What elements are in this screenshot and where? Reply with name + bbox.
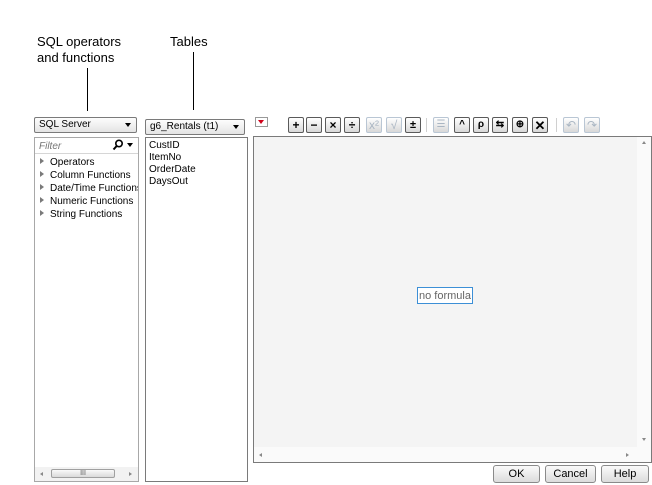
table-dropdown[interactable]: g6_Rentals (t1) <box>145 119 245 135</box>
plus-minus-icon[interactable]: ± <box>405 117 421 133</box>
scroll-left-icon[interactable] <box>40 472 43 476</box>
editor-hscrollbar[interactable] <box>254 447 651 462</box>
undo-icon[interactable]: ↶ <box>563 117 579 133</box>
cancel-button[interactable]: Cancel <box>545 465 596 483</box>
scroll-up-icon[interactable] <box>642 141 646 144</box>
columns-list: CustID ItemNo OrderDate DaysOut <box>145 137 248 482</box>
callout-tables: Tables <box>170 34 208 49</box>
help-button[interactable]: Help <box>601 465 649 483</box>
expand-arrow-icon[interactable] <box>40 197 44 204</box>
table-dropdown-value: g6_Rentals (t1) <box>150 121 219 132</box>
filter-input[interactable] <box>39 140 109 152</box>
chevron-down-icon <box>125 123 131 127</box>
filter-divider <box>35 153 138 154</box>
formula-placeholder[interactable]: no formula <box>417 287 473 304</box>
tree-item-numeric-functions[interactable]: Numeric Functions <box>35 195 133 208</box>
callout-sql-operators-line1: SQL operators <box>37 34 122 49</box>
scroll-right-icon[interactable] <box>129 472 132 476</box>
expand-arrow-icon[interactable] <box>40 184 44 191</box>
column-item-orderdate[interactable]: OrderDate <box>149 164 196 176</box>
subtract-icon[interactable]: − <box>306 117 322 133</box>
tree-item-string-functions[interactable]: String Functions <box>35 208 122 221</box>
toolbar-menu-button[interactable] <box>255 117 268 127</box>
local-icon[interactable]: ⊕ <box>512 117 528 133</box>
scroll-left-icon[interactable] <box>259 453 262 457</box>
ok-button[interactable]: OK <box>493 465 540 483</box>
caret-up-icon[interactable]: ^ <box>454 117 470 133</box>
callout-sql-leader-line <box>87 68 88 111</box>
redo-icon[interactable]: ↷ <box>584 117 600 133</box>
functions-panel: Operators Column Functions Date/Time Fun… <box>34 137 139 482</box>
column-item-daysout[interactable]: DaysOut <box>149 176 188 188</box>
toolbar-separator <box>426 118 427 132</box>
hscroll-thumb[interactable]: III <box>51 469 115 478</box>
expand-arrow-icon[interactable] <box>40 158 44 165</box>
callout-tables-leader-line <box>193 52 194 110</box>
red-dropdown-icon <box>258 120 264 124</box>
tree-item-column-functions[interactable]: Column Functions <box>35 169 131 182</box>
swap-icon[interactable]: ⇆ <box>492 117 508 133</box>
list-icon[interactable]: ☰ <box>433 117 449 133</box>
functions-hscrollbar[interactable]: III <box>35 467 138 481</box>
search-icon[interactable] <box>112 139 124 154</box>
tree-item-operators[interactable]: Operators <box>35 156 94 169</box>
match-icon[interactable]: ρ <box>473 117 489 133</box>
add-icon[interactable]: + <box>288 117 304 133</box>
clear-icon[interactable]: ✕ <box>532 117 548 133</box>
expand-arrow-icon[interactable] <box>40 210 44 217</box>
column-item-itemno[interactable]: ItemNo <box>149 152 181 164</box>
scroll-down-icon[interactable] <box>642 438 646 441</box>
formula-editor[interactable]: no formula <box>253 136 652 463</box>
scroll-right-icon[interactable] <box>626 453 629 457</box>
multiply-icon[interactable]: × <box>325 117 341 133</box>
function-tree: Operators Column Functions Date/Time Fun… <box>35 156 138 226</box>
editor-vscrollbar[interactable] <box>637 137 651 447</box>
sql-dialect-value: SQL Server <box>39 119 91 130</box>
divide-icon[interactable]: ÷ <box>344 117 360 133</box>
sql-dialect-dropdown[interactable]: SQL Server <box>34 117 137 133</box>
filter-options-chevron-icon[interactable] <box>127 143 133 147</box>
root-icon[interactable]: √ <box>386 117 402 133</box>
toolbar-separator <box>556 118 557 132</box>
column-item-custid[interactable]: CustID <box>149 140 180 152</box>
chevron-down-icon <box>233 125 239 129</box>
callout-sql-operators-line2: and functions <box>37 50 115 65</box>
tree-item-datetime-functions[interactable]: Date/Time Functions <box>35 182 138 195</box>
expand-arrow-icon[interactable] <box>40 171 44 178</box>
power-icon[interactable]: x² <box>366 117 382 133</box>
